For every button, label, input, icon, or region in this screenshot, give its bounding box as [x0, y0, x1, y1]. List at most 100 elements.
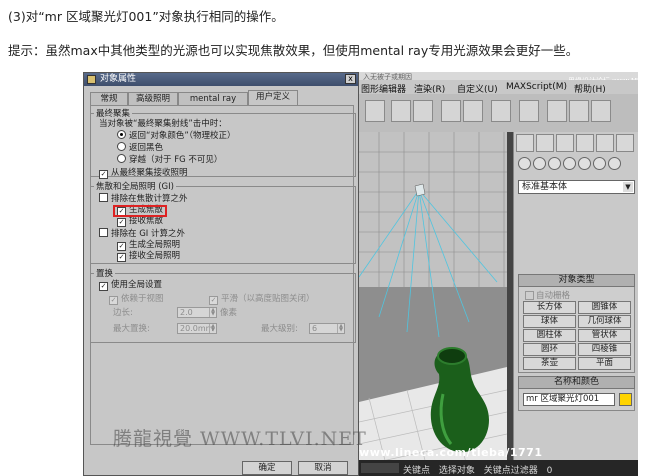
space-warps-icon[interactable]	[593, 157, 606, 170]
dialog-title: 对象属性	[100, 74, 137, 84]
radio-return-black[interactable]: 返回黑色	[117, 142, 163, 153]
curve-editor-icon[interactable]	[463, 100, 483, 122]
final-gather-title: 最终聚集	[94, 107, 133, 119]
cancel-button[interactable]: 取消	[298, 461, 348, 475]
smoothing-checkbox[interactable]: ✓ 平滑（以高度贴图关闭）	[209, 294, 315, 305]
display-tab-icon[interactable]	[596, 134, 614, 152]
layer-icon[interactable]	[441, 100, 461, 122]
ok-button[interactable]: 确定	[242, 461, 292, 475]
modify-tab-icon[interactable]	[536, 134, 554, 152]
auto-grid-checkbox: 自动栅格	[525, 289, 570, 301]
close-icon[interactable]: x	[345, 74, 356, 84]
geometry-icon[interactable]	[518, 157, 531, 170]
teapot-button[interactable]: 茶壶	[523, 357, 576, 370]
exclude-gi-checkbox[interactable]: 排除在 GI 计算之外	[99, 228, 185, 239]
object-color-swatch[interactable]	[619, 393, 632, 406]
article-step-text: (3)对“mr 区域聚光灯001”对象执行相同的操作。	[8, 9, 284, 24]
toolbar-button-1[interactable]	[365, 100, 385, 122]
generate-gi-checkbox[interactable]: ✓ 生成全局照明	[117, 240, 180, 251]
geosphere-button[interactable]: 几何球体	[578, 315, 631, 328]
radio-return-object-color[interactable]: 返回“对象颜色”（物理校正）	[117, 130, 236, 141]
command-panel-tabs	[514, 134, 638, 154]
status-bar: 关键点 选择对象 关键点过滤器 0	[359, 460, 638, 476]
caustics-gi-title: 焦散和全局照明 (GI)	[94, 180, 176, 192]
receive-gi-checkbox[interactable]: ✓ 接收全局照明	[117, 251, 180, 262]
status-items: 关键点 选择对象 关键点过滤器 0	[403, 463, 552, 476]
tube-button[interactable]: 管状体	[578, 329, 631, 342]
render-setup-icon[interactable]	[547, 100, 567, 122]
highlight-annotation	[113, 205, 167, 217]
view-dependent-checkbox[interactable]: ✓ 依赖于视图	[109, 294, 164, 305]
primitive-type-dropdown[interactable]: 标准基本体 ▼	[518, 180, 635, 194]
tab-user-defined[interactable]: 用户定义	[248, 90, 298, 106]
command-panel: 标准基本体 ▼ 对象类型 自动栅格 长方体 圆锥体 球体 几何球体 圆柱体 管状…	[513, 132, 638, 476]
use-global-settings-checkbox[interactable]: ✓ 使用全局设置	[99, 280, 162, 291]
app-menubar: 图形编辑器 渲染(R) 自定义(U) MAXScript(M) 帮助(H)	[359, 80, 638, 95]
caustics-gi-group: 焦散和全局照明 (GI) 排除在焦散计算之外 ✓ 生成焦散 ✓ 接收焦散 排除在 G…	[90, 180, 356, 264]
create-tab-icon[interactable]	[516, 134, 534, 152]
torus-button[interactable]: 圆环	[523, 343, 576, 356]
name-color-rollout: mr 区域聚光灯001	[518, 389, 635, 411]
helpers-icon[interactable]	[578, 157, 591, 170]
shapes-icon[interactable]	[533, 157, 546, 170]
render-frame-icon[interactable]	[569, 100, 589, 122]
hierarchy-tab-icon[interactable]	[556, 134, 574, 152]
sphere-button[interactable]: 球体	[523, 315, 576, 328]
mirror-icon[interactable]	[391, 100, 411, 122]
utilities-tab-icon[interactable]	[616, 134, 634, 152]
edge-length-spinner[interactable]: 2.0 ▲ ▼	[177, 307, 217, 318]
motion-tab-icon[interactable]	[576, 134, 594, 152]
radio-pass-through[interactable]: 穿越（对于 FG 不可见）	[117, 154, 222, 165]
object-properties-dialog: 对象属性 x 常规 高级照明 mental ray 用户定义 最终聚集 当对象被…	[83, 72, 359, 476]
dialog-titlebar[interactable]: 对象属性 x	[84, 73, 358, 86]
main-toolbar	[359, 94, 638, 132]
tab-advanced-lighting[interactable]: 高级照明	[128, 92, 178, 105]
key-filters-button[interactable]: 关键点过滤器	[484, 466, 538, 476]
dialog-tabs: 常规 高级照明 mental ray 用户定义	[90, 90, 354, 106]
edge-length-label: 边长:	[113, 308, 133, 318]
max-displace-label: 最大置换:	[113, 324, 150, 334]
final-gather-prompt: 当对象被“最终聚集射线”击中时：	[99, 119, 227, 129]
lights-icon[interactable]	[548, 157, 561, 170]
cylinder-button[interactable]: 圆柱体	[523, 329, 576, 342]
article-tip-text: 提示：虽然max中其他类型的光源也可以实现焦散效果，但使用mental ray专…	[8, 43, 579, 58]
app-icon	[87, 75, 96, 84]
receive-final-gather-checkbox[interactable]: ✓ 从最终聚集接收照明	[99, 168, 188, 179]
displacement-title: 置换	[94, 267, 116, 279]
cameras-icon[interactable]	[563, 157, 576, 170]
displacement-group: 置换 ✓ 使用全局设置 ✓ 依赖于视图 ✓ 平滑（以高度贴图关闭） 边长: 2.0 ▲ ▼…	[90, 267, 356, 343]
selected-label: 选择对象	[438, 466, 475, 476]
align-icon[interactable]	[413, 100, 433, 122]
final-gather-group: 最终聚集 当对象被“最终聚集射线”击中时： 返回“对象颜色”（物理校正） 返回黑…	[90, 107, 356, 179]
material-editor-icon[interactable]	[519, 100, 539, 122]
perspective-viewport[interactable]	[359, 132, 507, 476]
3dsmax-screenshot: 入无被子或期因 思缘设计论坛 www.MISSYUAN.COM 图形编辑器 渲染…	[83, 72, 638, 476]
quick-render-icon[interactable]	[591, 100, 611, 122]
systems-icon[interactable]	[608, 157, 621, 170]
receive-caustics-checkbox[interactable]: ✓ 接收焦散	[117, 216, 163, 227]
tab-mental-ray[interactable]: mental ray	[178, 92, 248, 105]
primitive-type-value: 标准基本体	[522, 182, 568, 192]
tab-general[interactable]: 常规	[90, 92, 128, 105]
brand-watermark: 腾龍視覺 WWW.TLVI.NET	[113, 428, 367, 450]
object-type-rollout-header[interactable]: 对象类型	[518, 274, 635, 287]
cone-button[interactable]: 圆锥体	[578, 301, 631, 314]
max-level-spinner[interactable]: 6 ▲ ▼	[309, 323, 345, 334]
plane-button[interactable]: 平面	[578, 357, 631, 370]
viewport-scene	[359, 132, 507, 476]
name-color-rollout-header[interactable]: 名称和颜色	[518, 376, 635, 389]
exclude-caustics-checkbox[interactable]: 排除在焦散计算之外	[99, 193, 188, 204]
object-name-input[interactable]: mr 区域聚光灯001	[523, 393, 615, 406]
pyramid-button[interactable]: 四棱锥	[578, 343, 631, 356]
max-displace-spinner[interactable]: 20.0mm ▲ ▼	[177, 323, 217, 334]
schematic-icon[interactable]	[491, 100, 511, 122]
chevron-down-icon: ▼	[623, 182, 633, 192]
max-level-label: 最大级别:	[261, 324, 298, 334]
edge-length-unit: 像素	[220, 308, 238, 318]
frame-field[interactable]: 0	[547, 466, 553, 476]
object-type-rollout: 自动栅格 长方体 圆锥体 球体 几何球体 圆柱体 管状体 圆环 四棱锥 茶壶 平…	[518, 287, 635, 373]
box-button[interactable]: 长方体	[523, 301, 576, 314]
menu-maxscript[interactable]: MAXScript(M)	[506, 82, 567, 92]
create-category-icons	[516, 157, 637, 179]
key-label: 关键点	[403, 466, 431, 476]
